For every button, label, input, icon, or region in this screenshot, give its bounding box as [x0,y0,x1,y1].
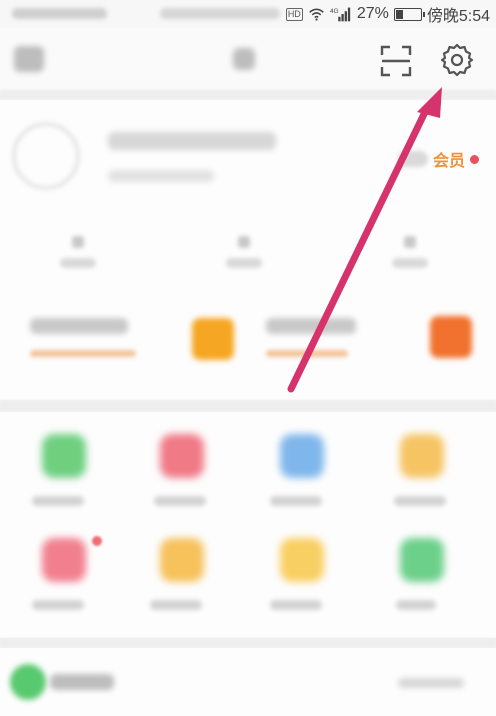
battery-percent: 27% [356,5,389,22]
message-icon[interactable] [233,48,255,70]
clock: 傍晚5:54 [426,8,490,25]
notification-icons-blurred [160,8,280,19]
battery-icon [393,7,425,21]
wifi-icon [309,8,324,21]
promo-image[interactable] [430,316,472,358]
bottom-row-title-blurred [50,674,114,690]
promo-title-blurred[interactable] [30,318,128,334]
battery-fill [395,9,403,19]
stat-item[interactable] [390,236,430,268]
stat-number-blurred [72,236,84,248]
stat-number-blurred [404,236,416,248]
feature-label-blurred [32,496,84,506]
member-badge[interactable]: 会员 [398,147,480,171]
notification-dot [470,154,480,164]
feature-label-blurred [270,600,322,610]
stat-label-blurred [392,258,428,268]
stat-label-blurred [226,258,262,268]
user-subtitle-blurred [108,170,214,182]
avatar[interactable] [12,122,80,190]
signal-icon: 4G [330,7,350,22]
feature-label-blurred [154,496,206,506]
feature-icon[interactable] [400,434,444,478]
bottom-row-detail-blurred [398,678,464,688]
stat-number-blurred [238,236,250,248]
signal-4g-label: 4G [330,8,339,15]
feature-icon[interactable] [280,434,324,478]
status-bar: HD 4G 27% 傍晚5:54 [0,0,496,28]
username-blurred[interactable] [108,132,276,150]
feature-icon[interactable] [400,538,444,582]
user-settings-icon[interactable] [14,46,44,72]
gear-icon[interactable] [440,43,474,77]
status-indicators: HD 4G 27% 傍晚5:54 [285,4,490,25]
member-label: 会员 [433,153,466,170]
feature-icon[interactable] [42,434,86,478]
crown-icon [398,151,428,167]
stat-item[interactable] [58,236,98,268]
divider [0,90,496,100]
divider [0,638,496,648]
feature-label-blurred [150,600,202,610]
carrier-text-blurred [12,8,107,19]
feature-icon[interactable] [42,538,86,582]
feature-icon[interactable] [160,538,204,582]
promo-title-blurred[interactable] [266,318,356,334]
wechat-icon [10,664,46,700]
promo-subtitle-blurred [266,350,348,357]
feature-icon[interactable] [160,434,204,478]
feature-label-blurred [32,600,84,610]
feature-icon[interactable] [280,538,324,582]
scan-icon[interactable] [379,44,413,78]
stat-label-blurred [60,258,96,268]
promo-subtitle-blurred [30,350,136,357]
hd-badge: HD [285,7,303,21]
feature-label-blurred [396,600,436,610]
stat-item[interactable] [224,236,264,268]
feature-label-blurred [270,496,322,506]
divider [0,400,496,412]
notification-dot [92,536,102,546]
promo-image[interactable] [192,318,234,360]
feature-label-blurred [394,496,446,506]
